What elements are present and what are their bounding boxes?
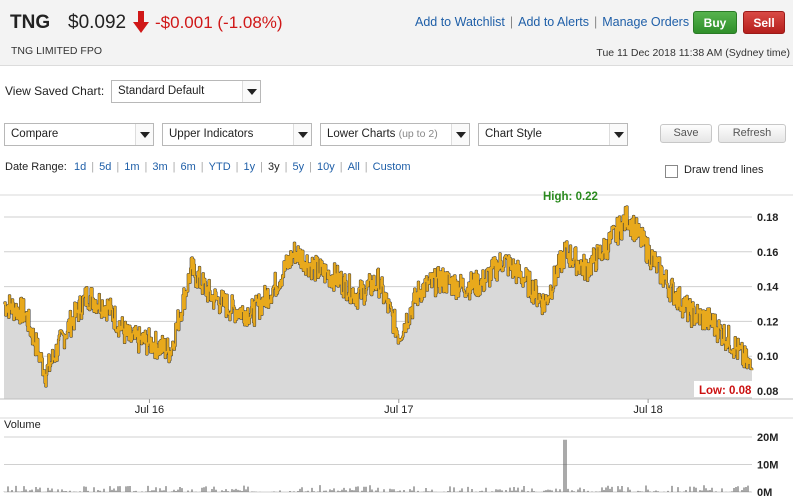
range-separator: |	[116, 161, 120, 173]
compare-label: Compare	[11, 128, 59, 140]
range-3m[interactable]: 3m	[152, 161, 167, 173]
range-separator: |	[364, 161, 368, 173]
lower-charts-label: Lower Charts	[327, 128, 396, 140]
range-separator: |	[284, 161, 288, 173]
volume-label: Volume	[4, 419, 41, 431]
range-separator: |	[260, 161, 263, 173]
x-tick-label: Jul 16	[135, 404, 164, 416]
y-tick-label: 0.18	[757, 212, 778, 224]
range-all[interactable]: All	[348, 161, 360, 173]
refresh-button[interactable]: Refresh	[718, 124, 786, 143]
range-5y[interactable]: 5y	[292, 161, 304, 173]
draw-trend-lines-label: Draw trend lines	[684, 164, 764, 176]
range-1y[interactable]: 1y	[244, 161, 256, 173]
manage-orders-link[interactable]: Manage Orders	[602, 15, 689, 29]
x-tick-label: Jul 18	[633, 404, 662, 416]
quote-timestamp: Tue 11 Dec 2018 11:38 AM (Sydney time)	[596, 47, 790, 59]
low-label: Low: 0.08	[699, 385, 752, 397]
chevron-down-icon	[242, 81, 260, 102]
y-tick-label: 0.10	[757, 351, 778, 363]
draw-trend-lines-checkbox[interactable]	[665, 165, 678, 178]
range-separator: |	[91, 161, 95, 173]
compare-select[interactable]: Compare	[4, 123, 154, 146]
upper-indicators-label: Upper Indicators	[169, 128, 254, 140]
add-to-watchlist-link[interactable]: Add to Watchlist	[415, 15, 505, 29]
range-separator: |	[235, 161, 239, 173]
chart-style-label: Chart Style	[485, 128, 542, 140]
price-change: -$0.001 (-1.08%)	[155, 13, 283, 32]
range-1d[interactable]: 1d	[74, 161, 86, 173]
y-tick-label: 0.14	[757, 282, 779, 294]
volume-tick-label: 20M	[757, 432, 778, 444]
range-3y[interactable]: 3y	[268, 161, 280, 173]
down-arrow-icon	[133, 11, 149, 33]
quote-header: TNG $0.092 -$0.001 (-1.08%) Add to Watch…	[0, 0, 793, 66]
view-saved-chart-label: View Saved Chart:	[5, 84, 105, 98]
sell-button[interactable]: Sell	[743, 11, 785, 34]
lower-charts-hint: (up to 2)	[398, 128, 438, 140]
save-button[interactable]: Save	[660, 124, 712, 143]
buy-button[interactable]: Buy	[693, 11, 737, 34]
volume-tick-label: 0M	[757, 487, 772, 499]
range-1m[interactable]: 1m	[124, 161, 139, 173]
range-10y[interactable]: 10y	[317, 161, 335, 173]
y-tick-label: 0.08	[757, 386, 778, 398]
saved-chart-value: Standard Default	[118, 85, 205, 97]
x-tick-label: Jul 17	[384, 404, 413, 416]
range-separator: |	[339, 161, 343, 173]
chart-style-select[interactable]: Chart Style	[478, 123, 628, 146]
link-separator: |	[593, 15, 598, 29]
company-name: TNG LIMITED FPO	[11, 45, 103, 57]
chevron-down-icon	[609, 124, 627, 145]
range-separator: |	[200, 161, 204, 173]
last-price: $0.092	[68, 12, 127, 33]
range-separator: |	[172, 161, 176, 173]
date-range-label: Date Range:	[5, 161, 67, 173]
chevron-down-icon	[135, 124, 153, 145]
range-custom[interactable]: Custom	[373, 161, 411, 173]
link-separator: |	[509, 15, 514, 29]
upper-indicators-select[interactable]: Upper Indicators	[162, 123, 312, 146]
volume-tick-label: 10M	[757, 460, 778, 472]
range-separator: |	[309, 161, 312, 173]
chevron-down-icon	[293, 124, 311, 145]
y-tick-label: 0.12	[757, 316, 778, 328]
lower-charts-select[interactable]: Lower Charts (up to 2)	[320, 123, 470, 146]
range-5d[interactable]: 5d	[99, 161, 111, 173]
price-chart: 0.18 0.16 0.14 0.12 0.10 0.08 High: 0.22 Low: 0…	[0, 191, 793, 499]
high-label: High: 0.22	[543, 191, 598, 203]
ticker-symbol: TNG	[10, 12, 51, 33]
add-to-alerts-link[interactable]: Add to Alerts	[518, 15, 589, 29]
chevron-down-icon	[451, 124, 469, 145]
y-tick-label: 0.16	[757, 247, 778, 259]
date-range-selector: 1d | 5d | 1m | 3m | 6m | YTD | 1y | 3y | 5y | 10y | All | Cust…	[74, 161, 411, 173]
range-6m[interactable]: 6m	[181, 161, 196, 173]
range-separator: |	[144, 161, 148, 173]
quote-actions: Add to Watchlist | Add to Alerts | Manage Or…	[415, 15, 689, 29]
saved-chart-select[interactable]: Standard Default	[111, 80, 261, 103]
range-ytd[interactable]: YTD	[209, 161, 231, 173]
